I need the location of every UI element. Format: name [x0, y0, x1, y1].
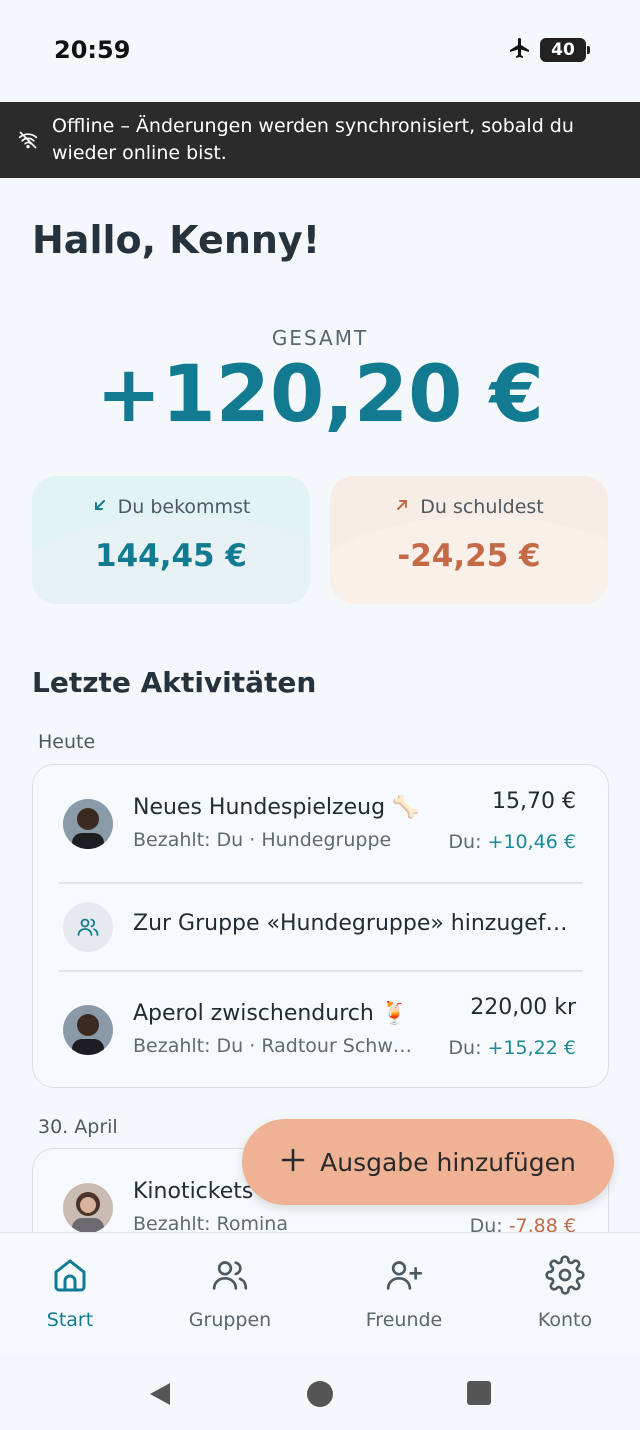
activity-amount: 220,00 kr [470, 995, 576, 1020]
recents-icon[interactable] [466, 1380, 492, 1410]
system-nav-bar [0, 1356, 640, 1430]
gear-icon [545, 1255, 585, 1299]
nav-label: Start [46, 1309, 94, 1331]
wifi-off-icon [4, 130, 52, 150]
activity-title: Aperol zwischendurch 🍹 [133, 1001, 409, 1026]
activities-heading: Letzte Aktivitäten [32, 666, 317, 699]
greeting-heading: Hallo, Kenny! [32, 218, 321, 262]
activity-amount: 15,70 € [492, 789, 576, 814]
receive-amount: 144,45 € [95, 538, 247, 574]
add-expense-label: Ausgabe hinzufügen [320, 1147, 576, 1177]
arrow-up-right-icon [394, 496, 410, 518]
plus-icon [280, 1147, 306, 1177]
offline-banner: Offline – Änderungen werden synchronisie… [0, 102, 640, 178]
owe-card[interactable]: Du schuldest -24,25 € [330, 476, 608, 604]
status-time: 20:59 [54, 36, 131, 64]
activity-share: Du: +10,46 € [448, 831, 576, 853]
activity-title: Neues Hundespielzeug 🦴 [133, 795, 420, 820]
receive-label: Du bekommst [117, 496, 251, 518]
owe-label: Du schuldest [420, 496, 544, 518]
day-label-30-april: 30. April [38, 1116, 118, 1138]
activity-row[interactable]: Zur Gruppe «Hundegruppe» hinzugefügt [33, 883, 608, 971]
nav-label: Konto [537, 1309, 593, 1331]
activity-subtitle: Bezahlt: Du · Radtour Schweden [133, 1035, 423, 1057]
total-label: GESAMT [271, 326, 369, 350]
back-icon[interactable] [146, 1380, 174, 1412]
nav-item-freunde[interactable]: Freunde [334, 1255, 474, 1331]
activity-subtitle: Bezahlt: Du · Hundegruppe [133, 829, 392, 851]
nav-label: Freunde [365, 1309, 443, 1331]
airplane-icon [508, 36, 532, 64]
owe-amount: -24,25 € [397, 538, 541, 574]
nav-label: Gruppen [188, 1309, 272, 1331]
day-label-today: Heute [38, 731, 96, 753]
battery-indicator: 40 [540, 38, 590, 62]
activity-row[interactable]: Aperol zwischendurch 🍹 Bezahlt: Du · Rad… [33, 971, 608, 1089]
avatar [63, 1005, 113, 1055]
home-icon [50, 1255, 90, 1299]
status-bar: 20:59 40 [0, 0, 640, 102]
activity-title: Zur Gruppe «Hundegruppe» hinzugefügt [133, 911, 569, 936]
bottom-nav: Start Gruppen Freunde Konto [0, 1232, 640, 1356]
receive-card[interactable]: Du bekommst 144,45 € [32, 476, 310, 604]
nav-item-gruppen[interactable]: Gruppen [160, 1255, 300, 1331]
activity-share: Du: +15,22 € [448, 1037, 576, 1059]
offline-message: Offline – Änderungen werden synchronisie… [52, 115, 574, 164]
users-icon [210, 1255, 250, 1299]
avatar [63, 799, 113, 849]
nav-item-start[interactable]: Start [0, 1255, 140, 1331]
home-button-icon[interactable] [306, 1380, 334, 1412]
avatar [63, 1183, 113, 1233]
status-icons: 40 [508, 36, 590, 64]
nav-item-konto[interactable]: Konto [495, 1255, 635, 1331]
users-icon [63, 902, 113, 952]
activity-row[interactable]: Neues Hundespielzeug 🦴 Bezahlt: Du · Hun… [33, 765, 608, 883]
total-balance: +120,20 € [96, 350, 544, 440]
user-plus-icon [384, 1255, 424, 1299]
add-expense-button[interactable]: Ausgabe hinzufügen [242, 1119, 614, 1205]
activity-card-today: Neues Hundespielzeug 🦴 Bezahlt: Du · Hun… [32, 764, 609, 1088]
arrow-down-left-icon [92, 496, 108, 518]
